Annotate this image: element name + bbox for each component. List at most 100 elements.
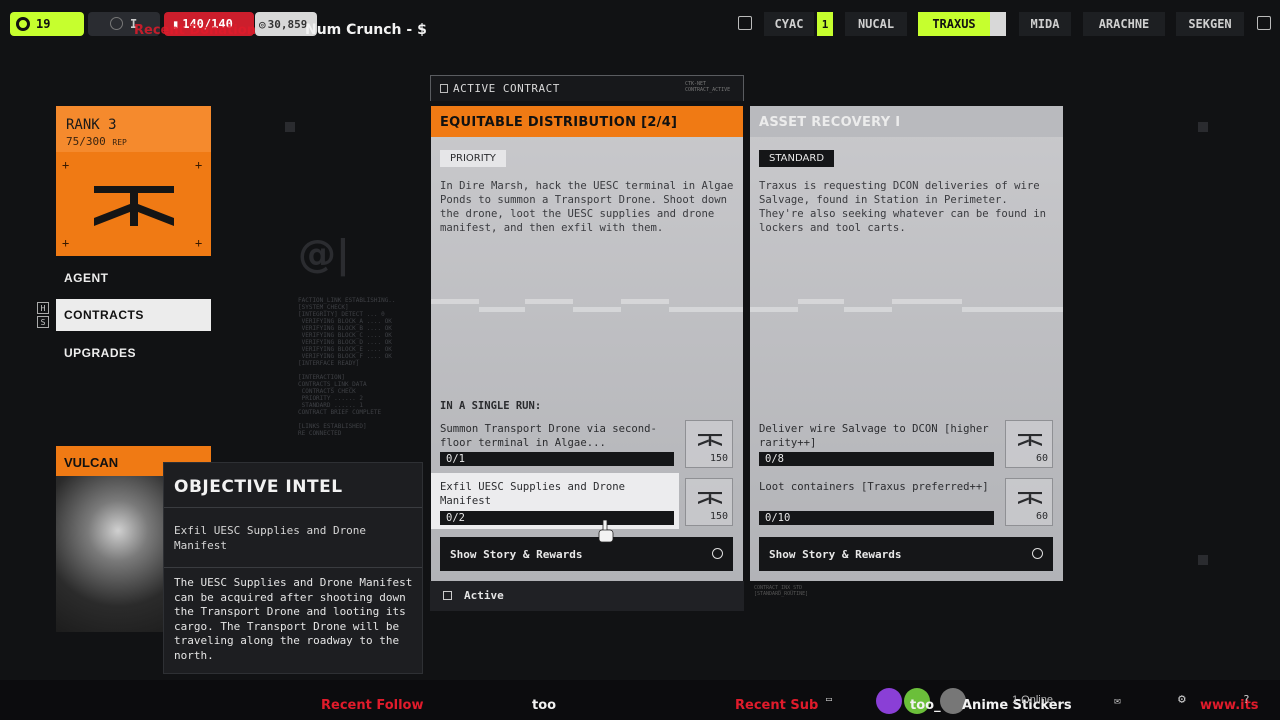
player-level: 19 (36, 17, 51, 31)
contract-tag-standard: STANDARD (759, 150, 835, 167)
traxus-rep-icon (1018, 434, 1042, 446)
tooltip-subtitle: Exfil UESC Supplies and Drone Manifest (174, 524, 367, 552)
rank-header: RANK 3 75/300 REP (56, 106, 211, 152)
faction-tab-traxus[interactable]: TRAXUS (918, 12, 990, 36)
next-faction-key-icon[interactable] (1257, 16, 1271, 30)
corner-plus-icon: + (195, 236, 203, 250)
corner-marker (1198, 555, 1208, 565)
objective-progress: 0/10 (759, 511, 994, 525)
show-story-rewards-button[interactable]: Show Story & Rewards (759, 537, 1053, 571)
player-level-pill: 19 (10, 12, 84, 36)
active-status: Active (464, 589, 504, 602)
player-icon (16, 17, 30, 31)
help-icon[interactable]: ? (1243, 693, 1250, 706)
hotkey-h: H (37, 302, 49, 314)
objective-intel-tooltip: OBJECTIVE INTEL Exfil UESC Supplies and … (163, 462, 423, 674)
info-icon (712, 548, 723, 559)
vendor-name: VULCAN (64, 455, 119, 470)
contract-title: EQUITABLE DISTRIBUTION [2/4] (440, 115, 678, 130)
mail-icon: ✉ (1114, 694, 1121, 707)
show-story-rewards-button[interactable]: Show Story & Rewards (440, 537, 733, 571)
contract-tag-priority: PRIORITY (440, 150, 506, 167)
objective-text: Loot containers [Traxus preferred++] (759, 481, 989, 493)
reward-amount: 150 (709, 453, 728, 464)
corner-plus-icon: + (62, 158, 70, 172)
button-label: Show Story & Rewards (769, 547, 902, 561)
traxus-rep-icon (698, 492, 722, 504)
divider (164, 567, 422, 568)
objective-reward[interactable]: 60 (1005, 420, 1053, 468)
nav-agent[interactable]: AGENT (56, 262, 211, 294)
contract-header: ASSET RECOVERY I (750, 106, 1063, 137)
prev-faction-key-icon[interactable] (738, 16, 752, 30)
faction-tab-mida[interactable]: MIDA (1019, 12, 1071, 36)
avatar (876, 688, 902, 714)
corner-plus-icon: + (62, 236, 70, 250)
faction-badge-cyac: 1 (817, 12, 833, 36)
contract-card-asset-recovery[interactable]: ASSET RECOVERY I STANDARD Traxus is requ… (750, 106, 1063, 581)
recent-sub-name: too_ (910, 698, 941, 713)
contract-title: ASSET RECOVERY I (759, 115, 901, 130)
contract-icon (440, 84, 448, 93)
tooltip-title: OBJECTIVE INTEL (174, 477, 343, 497)
status-icon (110, 17, 123, 30)
rank-title: RANK 3 (66, 117, 117, 133)
rank-progress-value: 75/300 (66, 135, 106, 148)
objective-reward[interactable]: 150 (685, 478, 733, 526)
nav-upgrades[interactable]: UPGRADES (56, 337, 211, 369)
active-checkbox-icon (443, 591, 452, 600)
active-contract-footer: Active (430, 581, 744, 611)
objective-reward[interactable]: 60 (1005, 478, 1053, 526)
button-label: Show Story & Rewards (450, 547, 583, 561)
chat-icon: ▭ (826, 694, 833, 705)
contract-header: EQUITABLE DISTRIBUTION [2/4] (431, 106, 743, 137)
contract-description: In Dire Marsh, hack the UESC terminal in… (440, 180, 734, 234)
reward-amount: 60 (1035, 511, 1048, 522)
reward-amount: 60 (1035, 453, 1048, 464)
rank-progress-unit: REP (112, 138, 127, 147)
faction-lock-traxus-icon (990, 12, 1006, 36)
objective-text: Summon Transport Drone via second-floor … (440, 423, 657, 449)
hotkey-s: S (37, 316, 49, 328)
rank-progress: 75/300 REP (66, 135, 127, 148)
nav-contracts[interactable]: CONTRACTS (56, 299, 211, 331)
faction-tab-cyac[interactable]: CYAC (764, 12, 814, 36)
objective-progress: 0/2 (440, 511, 674, 525)
online-count: 1 Online (1012, 694, 1053, 706)
gear-icon[interactable]: ⚙ (1178, 692, 1186, 707)
run-label: IN A SINGLE RUN: (440, 400, 542, 412)
credits-icon: ◎ (259, 17, 266, 31)
glitch-band (750, 299, 1063, 319)
faction-tab-arachne[interactable]: ARACHNE (1083, 12, 1165, 36)
recent-follow-name: too (532, 698, 557, 713)
faction-tab-sekgen[interactable]: SEKGEN (1176, 12, 1244, 36)
tooltip-body: The UESC Supplies and Drone Manifest can… (174, 576, 413, 662)
traxus-logo-icon (94, 186, 174, 226)
faction-tab-nucal[interactable]: NUCAL (845, 12, 907, 36)
active-contract-meta: CTK-NET CONTRACT_ACTIVE (685, 81, 731, 93)
hand-cursor-icon (598, 520, 614, 543)
active-contract-header: ACTIVE CONTRACT CTK-NET CONTRACT_ACTIVE (430, 75, 744, 101)
top-bar: 19 I ▮ 140/140 ◎ 30,859 Recent Donation … (0, 0, 1280, 48)
active-contract-label: ACTIVE CONTRACT (453, 82, 560, 95)
recent-follow-label: Recent Follow (321, 698, 424, 713)
objective-text: Deliver wire Salvage to DCON [higher rar… (759, 423, 989, 449)
stream-title: Num Crunch - $ (305, 22, 427, 38)
corner-plus-icon: + (195, 158, 203, 172)
corner-marker (285, 122, 295, 132)
stream-overlay-bar: Recent Follow too Recent Sub ▭ too_ Anim… (0, 680, 1280, 720)
divider (164, 507, 422, 508)
objective-progress: 0/8 (759, 452, 994, 466)
credits-value: 30,859 (267, 17, 308, 31)
objective-text: Exfil UESC Supplies and Drone Manifest (440, 481, 625, 507)
info-icon (1032, 548, 1043, 559)
corner-marker (1198, 122, 1208, 132)
contract-card-equitable-distribution[interactable]: EQUITABLE DISTRIBUTION [2/4] PRIORITY In… (431, 106, 743, 581)
contract-meta-text: CONTRACT_INX_STD [STANDARD_ROUTINE] (754, 585, 809, 597)
stream-recent-donation: Recent Donation (134, 23, 256, 38)
recent-sub-label: Recent Sub (735, 698, 819, 713)
stream-url-text: www.its (1200, 698, 1259, 713)
objective-progress: 0/1 (440, 452, 674, 466)
objective-reward[interactable]: 150 (685, 420, 733, 468)
contract-description: Traxus is requesting DCON deliveries of … (759, 180, 1047, 234)
